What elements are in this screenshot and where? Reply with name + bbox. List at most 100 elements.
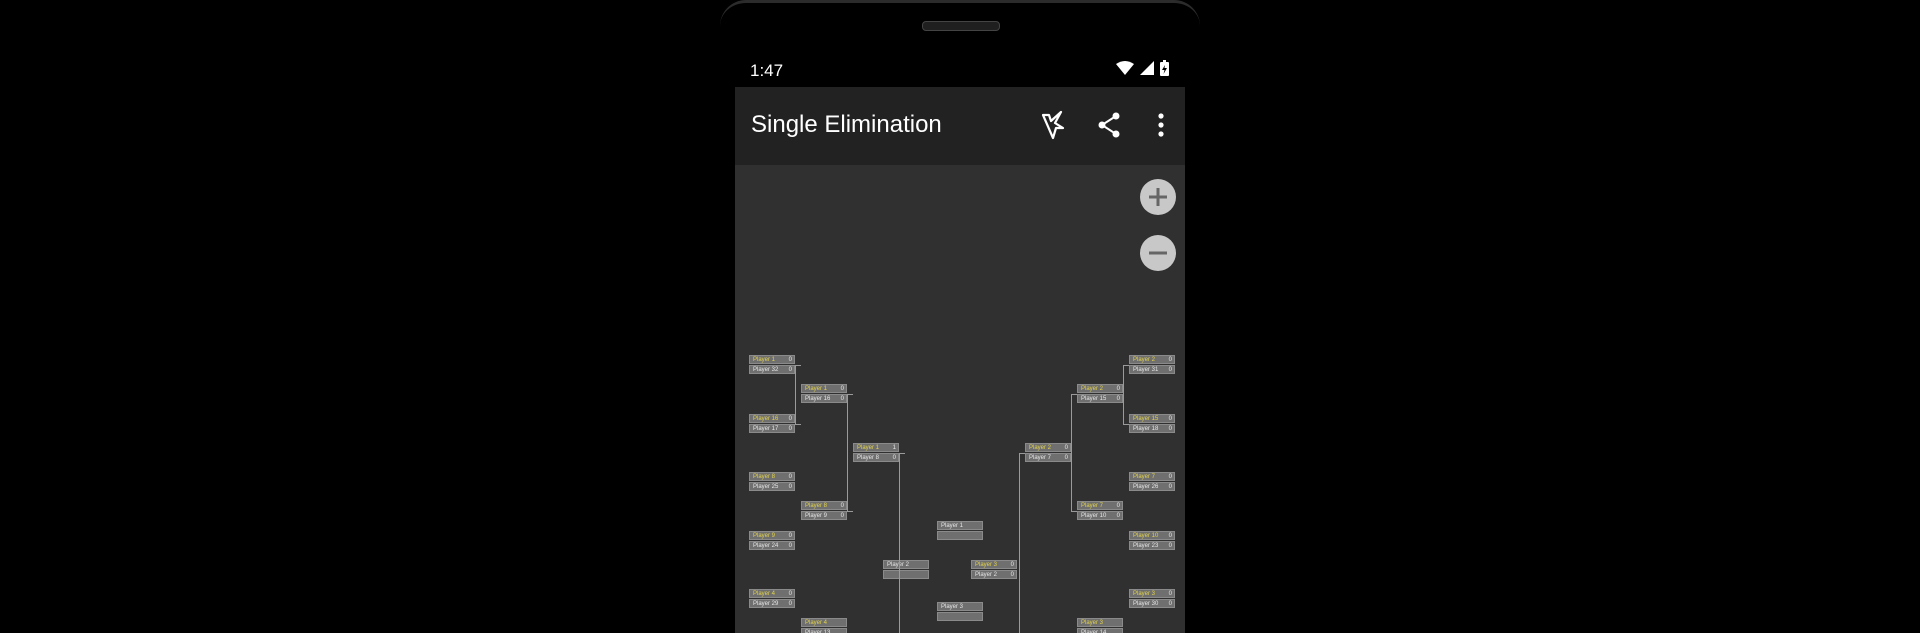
player-score: 0 — [840, 386, 844, 392]
bracket-match[interactable]: Player 1 0 Player 16 0 — [801, 384, 847, 404]
player-name: Player 24 — [753, 543, 779, 549]
player-score: 0 — [1168, 357, 1172, 363]
player-score: 0 — [1168, 474, 1172, 480]
app-screen: Single Elimination Player 1 0 Player 32 … — [735, 87, 1185, 633]
bracket-match[interactable]: Player 8 0 Player 25 0 — [749, 472, 795, 492]
bracket-match[interactable]: Player 2 0 Player 15 0 — [1077, 384, 1123, 404]
player-name: Player 32 — [753, 367, 779, 373]
match-slot: Player 31 0 — [1129, 365, 1175, 374]
player-name: Player 2 — [975, 572, 998, 578]
match-slot: Player 1 0 — [749, 355, 795, 364]
bracket-canvas[interactable]: Player 1 0 Player 32 0 Player 16 0 Player 17 0 P… — [735, 165, 1185, 633]
bracket-connector — [1123, 365, 1124, 425]
bracket-match[interactable]: Player 2 — [883, 560, 929, 580]
player-score: 0 — [840, 503, 844, 509]
player-score: 0 — [1168, 601, 1172, 607]
zoom-in-button[interactable] — [1140, 179, 1176, 215]
plus-icon — [1149, 188, 1167, 206]
bracket-connector — [795, 365, 796, 425]
match-slot: Player 23 0 — [1129, 541, 1175, 550]
player-score: 0 — [1168, 416, 1172, 422]
match-slot: Player 9 0 — [749, 531, 795, 540]
wifi-icon — [1116, 61, 1134, 75]
bracket-match[interactable]: Player 7 0 Player 10 0 — [1077, 501, 1123, 521]
share-button[interactable] — [1093, 109, 1125, 141]
bracket-match[interactable]: Player 3 — [937, 602, 983, 622]
match-slot: Player 1 0 — [801, 384, 847, 393]
bolt-logo-icon — [1041, 110, 1065, 140]
player-score: 0 — [788, 591, 792, 597]
player-name: Player 4 — [805, 620, 828, 626]
bracket-match[interactable]: Player 2 0 Player 31 0 — [1129, 355, 1175, 375]
status-bar: 1:47 — [735, 51, 1185, 87]
match-slot: Player 8 0 — [749, 472, 795, 481]
bracket-match[interactable]: Player 8 0 Player 9 0 — [801, 501, 847, 521]
player-name: Player 10 — [1081, 513, 1107, 519]
player-name: Player 3 — [1081, 620, 1104, 626]
player-score: 0 — [1116, 386, 1120, 392]
bracket-match[interactable]: Player 3 0 Player 2 0 — [971, 560, 1017, 580]
player-name: Player 15 — [1081, 396, 1107, 402]
player-score: 0 — [788, 416, 792, 422]
match-slot: Player 15 0 — [1129, 414, 1175, 423]
match-slot: Player 30 0 — [1129, 599, 1175, 608]
bracket-connector — [1071, 394, 1072, 512]
overflow-menu-button[interactable] — [1145, 109, 1177, 141]
match-slot: Player 1 1 — [853, 443, 899, 452]
player-score: 0 — [788, 484, 792, 490]
bracket-match[interactable]: Player 16 0 Player 17 0 — [749, 414, 795, 434]
match-slot: Player 13 — [801, 628, 847, 633]
player-score: 0 — [788, 543, 792, 549]
match-slot — [883, 570, 929, 579]
player-score: 0 — [1010, 562, 1014, 568]
match-slot: Player 32 0 — [749, 365, 795, 374]
player-score: 0 — [1064, 455, 1068, 461]
player-name: Player 2 — [887, 562, 910, 568]
match-slot: Player 4 — [801, 618, 847, 627]
speaker-grille — [922, 21, 1000, 31]
match-slot: Player 17 0 — [749, 424, 795, 433]
player-name: Player 7 — [1133, 474, 1156, 480]
zoom-out-button[interactable] — [1140, 235, 1176, 271]
match-slot: Player 3 0 — [1129, 589, 1175, 598]
player-score: 0 — [788, 533, 792, 539]
match-slot: Player 2 0 — [1129, 355, 1175, 364]
match-slot — [937, 612, 983, 621]
bracket-connector — [847, 394, 848, 512]
player-name: Player 18 — [1133, 426, 1159, 432]
bracket-match[interactable]: Player 2 0 Player 7 0 — [1025, 443, 1071, 463]
player-name: Player 26 — [1133, 484, 1159, 490]
player-name: Player 29 — [753, 601, 779, 607]
bracket-match[interactable]: Player 1 0 Player 32 0 — [749, 355, 795, 375]
bracket-connector — [1019, 453, 1020, 633]
share-icon — [1098, 112, 1120, 138]
bracket-match[interactable]: Player 1 1 Player 8 0 — [853, 443, 899, 463]
bracket-match[interactable]: Player 4 0 Player 29 0 — [749, 589, 795, 609]
bracket-match[interactable]: Player 10 0 Player 23 0 — [1129, 531, 1175, 551]
app-bar: Single Elimination — [735, 87, 1185, 165]
player-name: Player 30 — [1133, 601, 1159, 607]
player-score: 1 — [892, 445, 896, 451]
player-score: 0 — [840, 396, 844, 402]
match-slot: Player 26 0 — [1129, 482, 1175, 491]
bracket-match[interactable]: Player 3 0 Player 30 0 — [1129, 589, 1175, 609]
bracket-match[interactable]: Player 3 Player 14 — [1077, 618, 1123, 633]
match-slot: Player 9 0 — [801, 511, 847, 520]
player-score: 0 — [1064, 445, 1068, 451]
bracket-match[interactable]: Player 7 0 Player 26 0 — [1129, 472, 1175, 492]
signal-icon — [1140, 61, 1154, 75]
player-score: 0 — [1010, 572, 1014, 578]
challonge-button[interactable] — [1039, 109, 1071, 141]
bracket-match[interactable]: Player 4 Player 13 — [801, 618, 847, 633]
match-slot: Player 2 0 — [1077, 384, 1123, 393]
bracket-match[interactable]: Player 9 0 Player 24 0 — [749, 531, 795, 551]
match-slot: Player 3 — [937, 602, 983, 611]
bracket-match[interactable]: Player 1 — [937, 521, 983, 541]
player-score: 0 — [1168, 591, 1172, 597]
player-name: Player 8 — [857, 455, 880, 461]
match-slot: Player 2 — [883, 560, 929, 569]
match-slot: Player 3 0 — [971, 560, 1017, 569]
player-score: 0 — [788, 474, 792, 480]
match-slot: Player 8 0 — [853, 453, 899, 462]
bracket-match[interactable]: Player 15 0 Player 18 0 — [1129, 414, 1175, 434]
